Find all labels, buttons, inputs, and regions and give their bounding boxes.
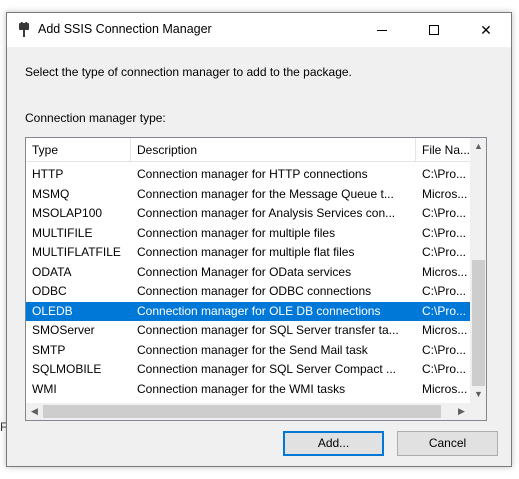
row-description: Connection manager for the Send Mail tas… [137, 342, 368, 357]
row-type: OLEDB [32, 303, 73, 318]
cancel-button[interactable]: Cancel [397, 431, 498, 456]
row-file-name: Micros... [422, 186, 468, 201]
scroll-left-icon[interactable]: ◀ [26, 403, 43, 420]
list-row[interactable]: HTTP Connection manager for HTTP connect… [26, 165, 470, 185]
scroll-down-icon[interactable]: ▼ [470, 386, 486, 403]
maximize-button[interactable] [411, 13, 457, 47]
close-icon: ✕ [480, 21, 492, 38]
row-file-name: C:\Pro... [422, 225, 467, 240]
row-file-name: Micros... [422, 381, 468, 396]
row-file-name: C:\Pro... [422, 206, 467, 220]
list-row[interactable]: MSOLAP100 Connection manager for Analysi… [26, 204, 470, 224]
row-description: Connection manager for OLE DB connection… [137, 303, 381, 318]
list-row[interactable]: ODBC Connection manager for ODBC connect… [26, 282, 470, 302]
list-row[interactable]: SMTP Connection manager for the Send Mai… [26, 341, 470, 361]
list-rows: HTTP Connection manager for HTTP connect… [26, 165, 470, 399]
row-description: Connection manager for multiple files [137, 225, 336, 240]
minimize-icon [377, 29, 387, 31]
row-file-name: Micros... [422, 323, 468, 337]
plug-icon [19, 22, 29, 37]
list-row[interactable]: WMI Connection manager for the WMI tasks… [26, 380, 470, 400]
list-row[interactable]: MSMQ Connection manager for the Message … [26, 185, 470, 205]
horizontal-scrollbar[interactable]: ◀ ▶ [26, 403, 470, 420]
scroll-right-icon[interactable]: ▶ [453, 403, 470, 420]
row-type: ODBC [32, 284, 67, 298]
vertical-scroll-thumb[interactable] [472, 260, 485, 386]
horizontal-scroll-thumb[interactable] [43, 405, 441, 418]
add-connection-manager-dialog: Add SSIS Connection Manager ✕ Select the… [6, 12, 512, 467]
row-file-name: C:\Pro... [422, 245, 467, 259]
row-description: Connection Manager for OData services [137, 264, 352, 279]
row-file-name: Micros... [422, 264, 468, 279]
row-description: Connection manager for multiple flat fil… [137, 245, 355, 259]
row-type: MULTIFILE [32, 225, 93, 240]
row-description: Connection manager for Analysis Services… [137, 206, 396, 220]
row-type: SMTP [32, 342, 66, 357]
row-file-name: C:\Pro... [422, 362, 467, 376]
scrollbar-corner [470, 403, 486, 420]
minimize-button[interactable] [359, 13, 405, 47]
title-bar[interactable]: Add SSIS Connection Manager ✕ [7, 13, 511, 47]
add-button[interactable]: Add... [283, 431, 384, 456]
row-description: Connection manager for ODBC connections [137, 284, 372, 298]
row-type: SQLMOBILE [32, 362, 102, 376]
list-row[interactable]: SQLMOBILE Connection manager for SQL Ser… [26, 360, 470, 380]
row-description: Connection manager for SQL Server transf… [137, 323, 399, 337]
list-header: Type Description File Na... [26, 138, 470, 162]
list-row[interactable]: SMOServer Connection manager for SQL Ser… [26, 321, 470, 341]
instruction-text: Select the type of connection manager to… [25, 65, 352, 79]
window-title: Add SSIS Connection Manager [38, 22, 212, 36]
row-type: MSOLAP100 [32, 206, 103, 220]
column-header-file-name[interactable]: File Na... [416, 138, 470, 162]
row-type: ODATA [32, 264, 72, 279]
row-file-name: C:\Pro... [422, 167, 467, 181]
row-description: Connection manager for the Message Queue… [137, 186, 394, 201]
row-file-name: C:\Pro... [422, 342, 467, 357]
vertical-scrollbar[interactable]: ▲ ▼ [470, 138, 486, 403]
row-file-name: C:\Pro... [422, 284, 467, 298]
row-type: WMI [32, 381, 57, 396]
scroll-up-icon[interactable]: ▲ [470, 138, 486, 155]
close-button[interactable]: ✕ [463, 13, 509, 47]
row-type: MSMQ [32, 186, 70, 201]
list-row[interactable]: ODATA Connection Manager for OData servi… [26, 263, 470, 283]
row-type: MULTIFLATFILE [32, 245, 121, 259]
list-row[interactable]: MULTIFLATFILE Connection manager for mul… [26, 243, 470, 263]
column-header-type[interactable]: Type [26, 138, 131, 162]
list-row[interactable]: MULTIFILE Connection manager for multipl… [26, 224, 470, 244]
list-row-selected[interactable]: OLEDB Connection manager for OLE DB conn… [26, 301, 470, 321]
column-header-description[interactable]: Description [131, 138, 416, 162]
connection-type-label: Connection manager type: [25, 111, 166, 125]
row-type: HTTP [32, 167, 64, 181]
connection-manager-type-list[interactable]: Type Description File Na... HTTP Connect… [25, 137, 487, 421]
row-description: Connection manager for the WMI tasks [137, 381, 346, 396]
row-description: Connection manager for SQL Server Compac… [137, 362, 397, 376]
row-file-name: C:\Pro... [422, 303, 467, 318]
row-description: Connection manager for HTTP connections [137, 167, 368, 181]
maximize-icon [429, 25, 439, 35]
row-type: SMOServer [32, 323, 95, 337]
